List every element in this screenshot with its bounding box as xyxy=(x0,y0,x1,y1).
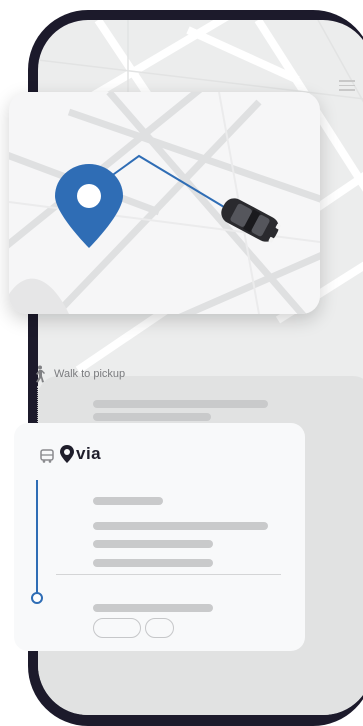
via-brand-text: via xyxy=(76,444,102,463)
walking-person-icon xyxy=(36,365,45,383)
route-line xyxy=(36,480,38,598)
location-pin-icon xyxy=(55,164,123,248)
placeholder-line xyxy=(93,522,268,530)
card-divider xyxy=(56,574,281,575)
trip-card[interactable] xyxy=(14,423,305,651)
via-pin-logo-icon xyxy=(60,445,74,463)
bus-icon xyxy=(40,449,54,463)
walk-path-dots xyxy=(37,386,38,428)
map-card[interactable] xyxy=(9,92,320,314)
walk-to-pickup-row: Walk to pickup xyxy=(32,365,125,383)
placeholder-line xyxy=(93,400,268,408)
placeholder-line xyxy=(93,604,213,612)
via-logo: via xyxy=(60,444,101,464)
placeholder-line xyxy=(93,540,213,548)
walk-to-pickup-label: Walk to pickup xyxy=(54,368,126,380)
option-pill[interactable] xyxy=(93,618,141,638)
placeholder-line xyxy=(93,559,213,567)
option-pill[interactable] xyxy=(145,618,174,638)
placeholder-line xyxy=(93,497,163,505)
menu-icon[interactable] xyxy=(339,80,355,92)
route-destination-dot xyxy=(31,592,43,604)
map-view xyxy=(9,92,320,314)
car-icon xyxy=(221,198,281,243)
placeholder-line xyxy=(93,413,211,421)
